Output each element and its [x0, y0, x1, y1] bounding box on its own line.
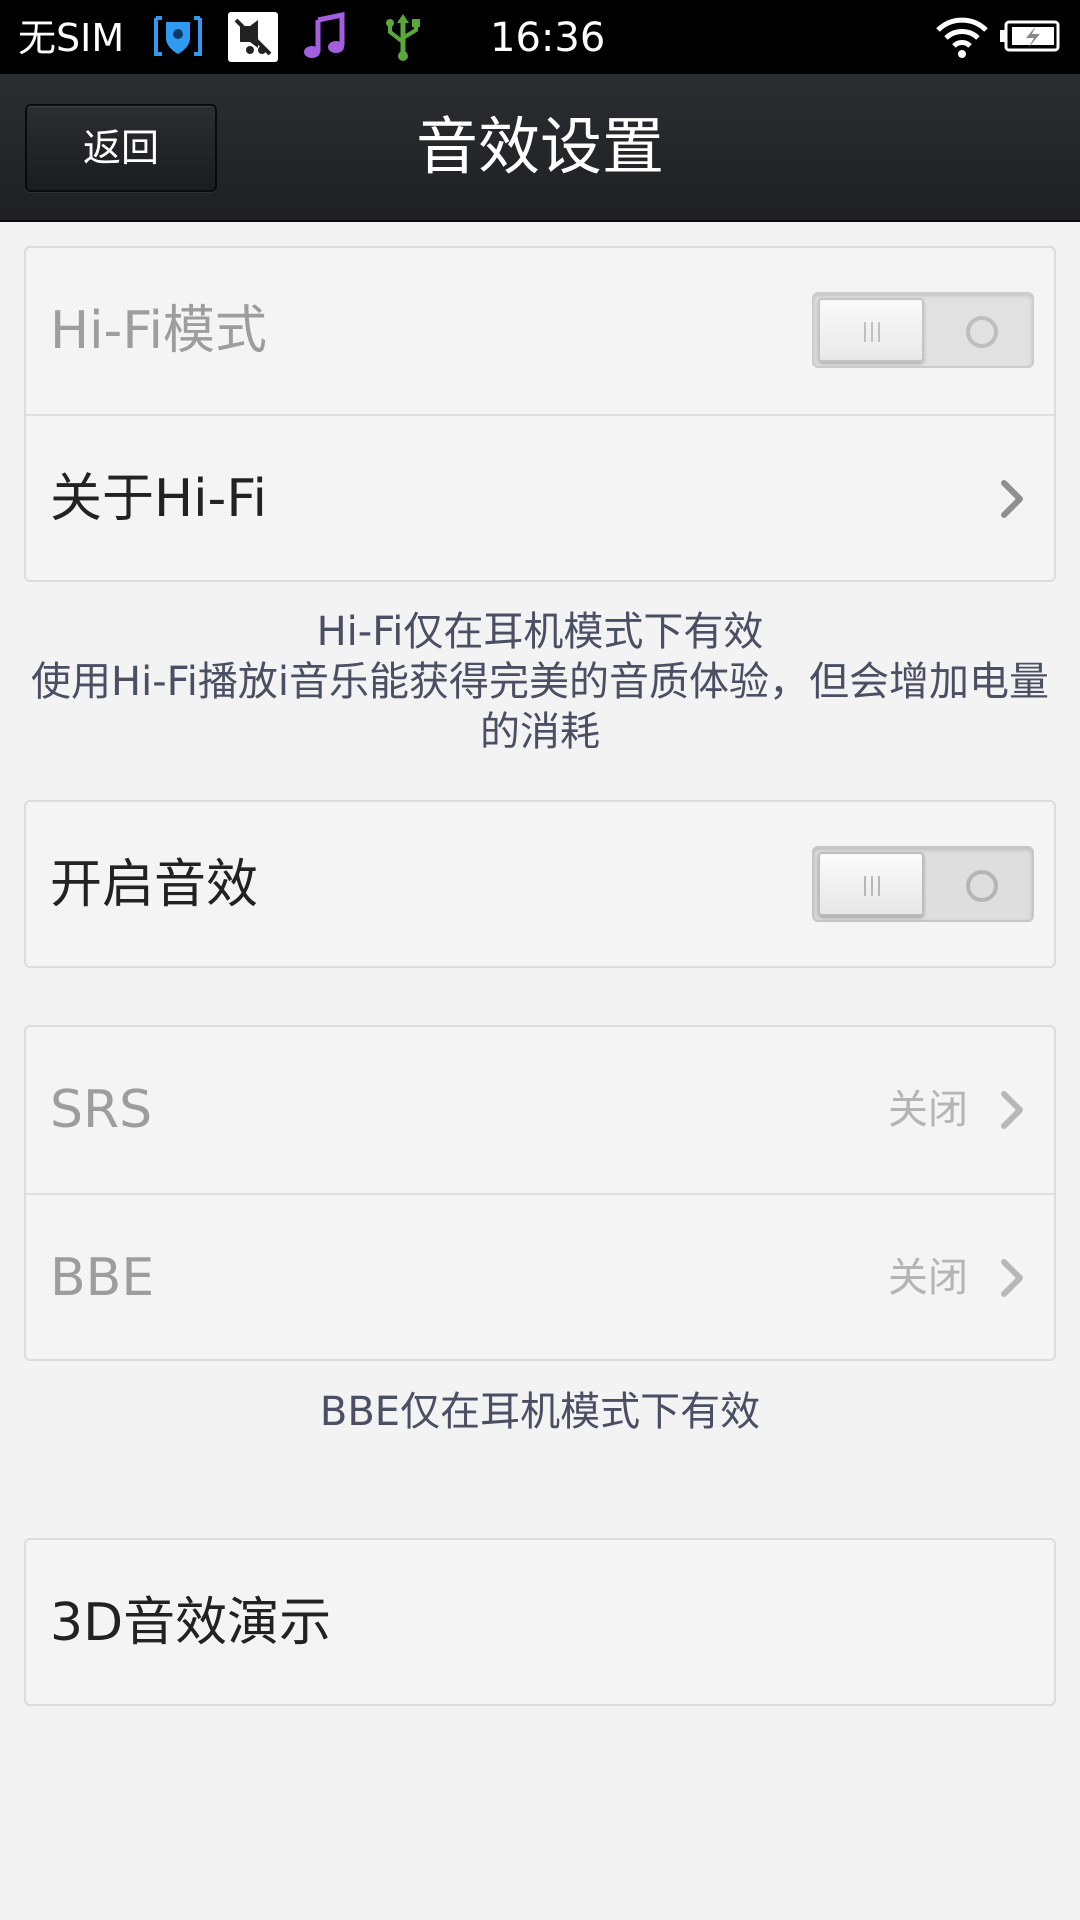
bbe-label: BBE	[50, 1248, 155, 1308]
about-hifi-row[interactable]: 关于Hi-Fi	[26, 414, 1054, 580]
hifi-mode-toggle[interactable]	[812, 292, 1034, 368]
enhancers-card: SRS 关闭 BBE 关闭	[24, 1025, 1056, 1361]
headset-notification-icon	[154, 16, 202, 56]
hifi-mode-row[interactable]: Hi-Fi模式	[26, 248, 1054, 414]
hifi-help-line1: Hi-Fi仅在耳机模式下有效	[316, 609, 764, 655]
srs-value: 关闭	[888, 1087, 968, 1133]
chevron-right-icon	[1001, 1259, 1023, 1297]
muted-app-icon	[228, 12, 278, 62]
about-hifi-label: 关于Hi-Fi	[50, 469, 267, 529]
toggle-knob	[818, 298, 924, 362]
hifi-card: Hi-Fi模式 关于Hi-Fi	[24, 246, 1056, 582]
hifi-help-line2: 使用Hi-Fi播放i音乐能获得完美的音质体验，但会增加电量的消耗	[31, 659, 1049, 755]
title-bar: 返回 音效设置	[0, 74, 1080, 222]
carrier-label: 无SIM	[18, 16, 125, 60]
enable-effects-toggle[interactable]	[812, 846, 1034, 922]
3d-demo-row[interactable]: 3D音效演示	[26, 1540, 1054, 1706]
wifi-icon	[936, 17, 988, 58]
toggle-off-indicator	[966, 316, 998, 348]
hifi-mode-label: Hi-Fi模式	[50, 301, 267, 361]
toggle-knob	[818, 852, 924, 916]
chevron-right-icon	[1001, 480, 1023, 518]
battery-charging-icon	[1000, 20, 1060, 52]
usb-icon	[386, 14, 420, 61]
music-icon	[304, 12, 345, 58]
effects-card: 开启音效	[24, 800, 1056, 968]
enable-effects-label: 开启音效	[50, 855, 259, 915]
demo-card: 3D音效演示	[24, 1538, 1056, 1706]
hifi-help-text: Hi-Fi仅在耳机模式下有效 使用Hi-Fi播放i音乐能获得完美的音质体验，但会…	[24, 607, 1056, 757]
toggle-off-indicator	[966, 870, 998, 902]
chevron-right-icon	[1001, 1091, 1023, 1129]
srs-label: SRS	[50, 1080, 153, 1140]
bbe-row[interactable]: BBE 关闭	[26, 1193, 1054, 1359]
bbe-help-text: BBE仅在耳机模式下有效	[319, 1389, 761, 1435]
clock: 16:36	[490, 15, 606, 61]
bbe-value: 关闭	[888, 1255, 968, 1301]
3d-demo-label: 3D音效演示	[50, 1593, 332, 1653]
enable-effects-row[interactable]: 开启音效	[26, 802, 1054, 968]
back-button[interactable]: 返回	[25, 104, 217, 192]
srs-row[interactable]: SRS 关闭	[26, 1027, 1054, 1193]
status-bar: 无SIM 16:36	[0, 0, 1080, 74]
